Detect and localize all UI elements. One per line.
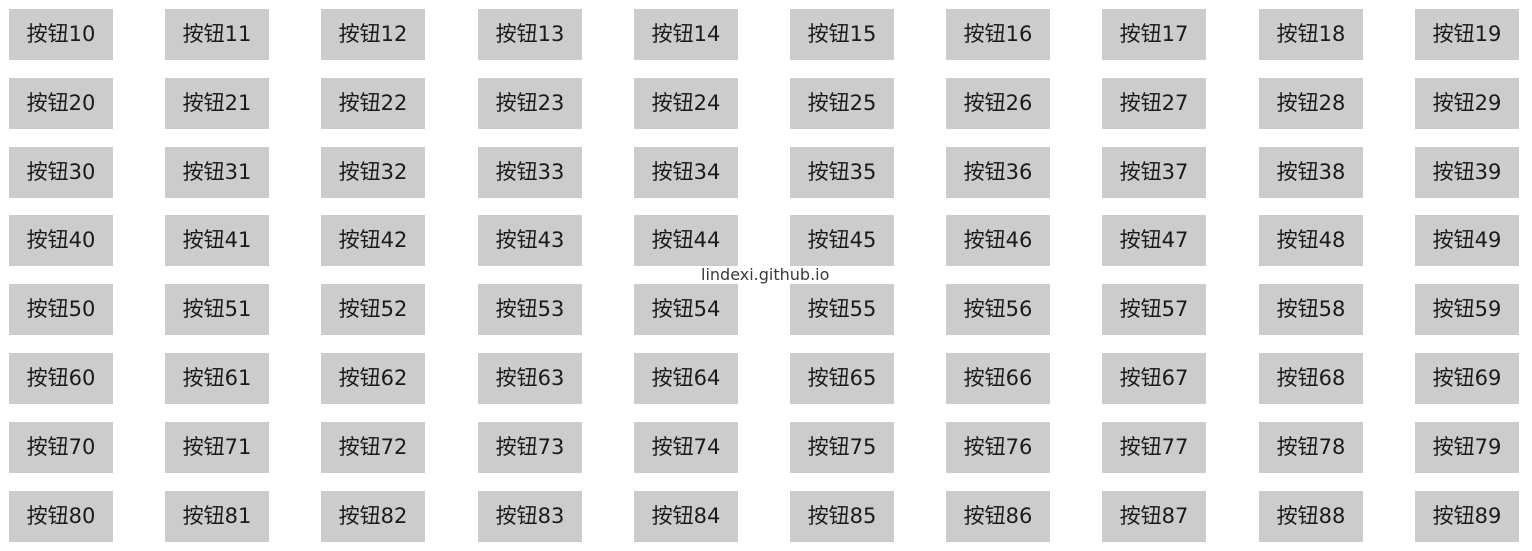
grid-button[interactable]: 按钮69 [1415, 353, 1519, 404]
grid-button[interactable]: 按钮43 [478, 215, 582, 266]
grid-button[interactable]: 按钮15 [790, 9, 894, 60]
grid-button[interactable]: 按钮18 [1259, 9, 1363, 60]
grid-button[interactable]: 按钮77 [1102, 422, 1206, 473]
grid-button[interactable]: 按钮21 [165, 78, 269, 129]
grid-button[interactable]: 按钮38 [1259, 147, 1363, 198]
grid-button[interactable]: 按钮82 [321, 491, 425, 542]
grid-button[interactable]: 按钮57 [1102, 284, 1206, 335]
grid-button[interactable]: 按钮86 [946, 491, 1050, 542]
grid-button[interactable]: 按钮46 [946, 215, 1050, 266]
grid-button[interactable]: 按钮62 [321, 353, 425, 404]
grid-button[interactable]: 按钮84 [634, 491, 738, 542]
grid-button[interactable]: 按钮50 [9, 284, 113, 335]
grid-button[interactable]: 按钮30 [9, 147, 113, 198]
grid-button[interactable]: 按钮28 [1259, 78, 1363, 129]
grid-button[interactable]: 按钮25 [790, 78, 894, 129]
grid-button[interactable]: 按钮81 [165, 491, 269, 542]
grid-button[interactable]: 按钮27 [1102, 78, 1206, 129]
grid-button[interactable]: 按钮47 [1102, 215, 1206, 266]
grid-button[interactable]: 按钮10 [9, 9, 113, 60]
grid-button[interactable]: 按钮54 [634, 284, 738, 335]
watermark-text: lindexi.github.io [701, 265, 830, 284]
grid-button[interactable]: 按钮67 [1102, 353, 1206, 404]
grid-button[interactable]: 按钮79 [1415, 422, 1519, 473]
grid-button[interactable]: 按钮51 [165, 284, 269, 335]
grid-button[interactable]: 按钮29 [1415, 78, 1519, 129]
grid-button[interactable]: 按钮32 [321, 147, 425, 198]
grid-button[interactable]: 按钮53 [478, 284, 582, 335]
grid-button[interactable]: 按钮23 [478, 78, 582, 129]
grid-button[interactable]: 按钮89 [1415, 491, 1519, 542]
grid-button[interactable]: 按钮19 [1415, 9, 1519, 60]
grid-button[interactable]: 按钮74 [634, 422, 738, 473]
grid-button[interactable]: 按钮49 [1415, 215, 1519, 266]
grid-button[interactable]: 按钮85 [790, 491, 894, 542]
grid-button[interactable]: 按钮42 [321, 215, 425, 266]
grid-button[interactable]: 按钮68 [1259, 353, 1363, 404]
grid-button[interactable]: 按钮35 [790, 147, 894, 198]
grid-button[interactable]: 按钮24 [634, 78, 738, 129]
grid-button[interactable]: 按钮44 [634, 215, 738, 266]
grid-button[interactable]: 按钮78 [1259, 422, 1363, 473]
grid-button[interactable]: 按钮34 [634, 147, 738, 198]
grid-button[interactable]: 按钮72 [321, 422, 425, 473]
grid-button[interactable]: 按钮70 [9, 422, 113, 473]
grid-button[interactable]: 按钮76 [946, 422, 1050, 473]
grid-button[interactable]: 按钮65 [790, 353, 894, 404]
grid-button[interactable]: 按钮13 [478, 9, 582, 60]
grid-button[interactable]: 按钮71 [165, 422, 269, 473]
grid-button[interactable]: 按钮59 [1415, 284, 1519, 335]
grid-button[interactable]: 按钮33 [478, 147, 582, 198]
grid-button[interactable]: 按钮64 [634, 353, 738, 404]
grid-button[interactable]: 按钮14 [634, 9, 738, 60]
grid-button[interactable]: 按钮17 [1102, 9, 1206, 60]
grid-button[interactable]: 按钮31 [165, 147, 269, 198]
grid-button[interactable]: 按钮48 [1259, 215, 1363, 266]
grid-button[interactable]: 按钮55 [790, 284, 894, 335]
grid-button[interactable]: 按钮66 [946, 353, 1050, 404]
grid-button[interactable]: 按钮20 [9, 78, 113, 129]
grid-button[interactable]: 按钮39 [1415, 147, 1519, 198]
grid-button[interactable]: 按钮56 [946, 284, 1050, 335]
grid-button[interactable]: 按钮36 [946, 147, 1050, 198]
grid-button[interactable]: 按钮40 [9, 215, 113, 266]
grid-button[interactable]: 按钮63 [478, 353, 582, 404]
grid-button[interactable]: 按钮37 [1102, 147, 1206, 198]
grid-button[interactable]: 按钮22 [321, 78, 425, 129]
grid-button[interactable]: 按钮61 [165, 353, 269, 404]
grid-button[interactable]: 按钮88 [1259, 491, 1363, 542]
grid-button[interactable]: 按钮75 [790, 422, 894, 473]
grid-button[interactable]: 按钮60 [9, 353, 113, 404]
grid-button[interactable]: 按钮16 [946, 9, 1050, 60]
grid-button[interactable]: 按钮58 [1259, 284, 1363, 335]
grid-button[interactable]: 按钮80 [9, 491, 113, 542]
grid-button[interactable]: 按钮73 [478, 422, 582, 473]
grid-button[interactable]: 按钮26 [946, 78, 1050, 129]
grid-button[interactable]: 按钮83 [478, 491, 582, 542]
grid-button[interactable]: 按钮45 [790, 215, 894, 266]
grid-button[interactable]: 按钮11 [165, 9, 269, 60]
grid-button[interactable]: 按钮87 [1102, 491, 1206, 542]
grid-button[interactable]: 按钮12 [321, 9, 425, 60]
grid-button[interactable]: 按钮41 [165, 215, 269, 266]
grid-button[interactable]: 按钮52 [321, 284, 425, 335]
